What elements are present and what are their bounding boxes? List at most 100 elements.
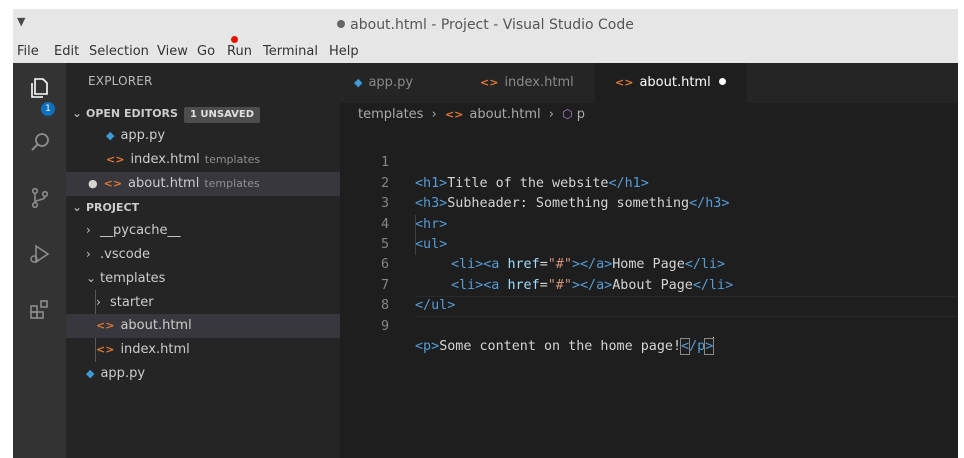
menu-file[interactable]: File (17, 44, 39, 59)
code-line-5[interactable]: 5 <li><a href="#"></a>Home Page</li> (340, 215, 958, 272)
window-title-wrap: about.html - Project - Visual Studio Cod… (13, 17, 958, 33)
token-tag: /p (689, 339, 706, 354)
menu-terminal[interactable]: Terminal (263, 44, 318, 59)
chevron-right-icon: › (86, 223, 91, 237)
token-tag: > (704, 338, 715, 355)
explorer-icon[interactable] (25, 73, 55, 103)
tree-file-app-py[interactable]: ◆ app.py (66, 362, 340, 386)
menu-selection[interactable]: Selection (89, 44, 149, 59)
chevron-right-icon: › (96, 295, 101, 309)
tree-item-name: app.py (100, 366, 146, 381)
tab-label: about.html (639, 75, 711, 90)
tab-about-html[interactable]: <> about.html (595, 63, 747, 103)
code-line-2[interactable]: 2 <h3>Subheader: Something something</h3… (340, 153, 958, 211)
tree-folder-vscode[interactable]: › .vscode (66, 242, 340, 266)
code-line-6[interactable]: 6 <li><a href="#"></a>About Page</li> (340, 235, 958, 292)
tree-file-index-html[interactable]: <> index.html (66, 338, 340, 362)
tab-app-py[interactable]: ◆ app.py (340, 63, 460, 103)
code-line-4[interactable]: 4 <ul> (340, 194, 958, 252)
project-section[interactable]: ⌄ PROJECT (66, 196, 340, 218)
code-editor[interactable]: 1 <h1>Title of the website</h1> 2 <h3>Su… (340, 125, 958, 458)
activity-bar: 1 (13, 63, 66, 458)
code-line-8[interactable]: 8 (340, 276, 958, 313)
unsaved-dot-icon: ● (88, 177, 98, 190)
code-line-3[interactable]: 3 <hr> (340, 174, 958, 231)
code-line-9[interactable]: 9 <p>Some content on the home page!</p> (340, 296, 958, 355)
tree-item-name: starter (110, 295, 154, 310)
chevron-down-icon: ⌄ (71, 106, 83, 120)
open-editor-name: index.html (130, 152, 200, 167)
explorer-sidebar: EXPLORER ⌄ OPEN EDITORS 1 UNSAVED ◆ app.py … (66, 63, 340, 458)
chevron-right-icon: › (548, 107, 554, 122)
tree-folder-pycache[interactable]: › __pycache__ (66, 218, 340, 242)
menu-run[interactable]: Run (227, 44, 252, 59)
run-debug-icon[interactable] (25, 239, 55, 269)
open-editor-hint: templates (204, 177, 260, 190)
breadcrumb: templates › <> about.html › ⬡ p (340, 103, 958, 125)
open-editor-name: about.html (128, 176, 200, 191)
run-indicator-dot (231, 36, 238, 43)
python-file-icon: ◆ (354, 76, 363, 89)
unsaved-dot-icon[interactable] (718, 78, 726, 85)
menu-go[interactable]: Go (197, 44, 215, 59)
tree-item-name: index.html (120, 342, 190, 357)
open-editor-app-py[interactable]: ◆ app.py (66, 124, 340, 148)
token-tag: < (680, 338, 691, 355)
html-file-icon: <> (615, 76, 634, 89)
explorer-header: EXPLORER (88, 74, 153, 88)
tree-item-name: __pycache__ (100, 223, 181, 238)
symbol-icon: ⬡ (562, 107, 573, 121)
explorer-badge: 1 (41, 102, 55, 116)
tree-item-name: about.html (120, 318, 192, 333)
tab-label: index.html (504, 75, 574, 90)
open-editor-about-html[interactable]: ● <> about.html templates (66, 172, 340, 196)
code-line-7[interactable]: 7 </ul> (340, 255, 958, 313)
unsaved-badge: 1 UNSAVED (183, 107, 261, 123)
html-file-icon: <> (106, 153, 125, 166)
unsaved-dot-icon (337, 20, 346, 28)
source-control-icon[interactable] (25, 183, 55, 213)
python-file-icon: ◆ (86, 367, 95, 380)
menu-edit[interactable]: Edit (54, 44, 79, 59)
open-editor-hint: templates (204, 153, 261, 166)
open-editor-index-html[interactable]: <> index.html templates (66, 148, 340, 172)
tab-index-html[interactable]: <> index.html (460, 63, 595, 103)
line-number: 9 (380, 318, 389, 334)
html-file-icon: <> (103, 177, 123, 190)
chevron-right-icon: › (86, 247, 91, 261)
python-file-icon: ◆ (106, 129, 115, 142)
code-line-1[interactable]: 1 <h1>Title of the website</h1> (340, 133, 958, 190)
html-file-icon: <> (96, 319, 115, 332)
tree-folder-templates[interactable]: ⌄ templates (66, 266, 340, 290)
project-label: PROJECT (86, 201, 140, 214)
breadcrumb-folder[interactable]: templates (358, 107, 423, 122)
editor-tabs: ◆ app.py <> index.html <> about.html (340, 63, 958, 103)
menu-help[interactable]: Help (329, 44, 359, 59)
extensions-icon[interactable] (25, 295, 55, 325)
breadcrumb-symbol[interactable]: p (577, 107, 585, 122)
token-text: Some content on the home page! (439, 339, 682, 354)
tab-label: app.py (368, 75, 414, 90)
chevron-right-icon: › (431, 107, 437, 122)
tree-folder-starter[interactable]: › starter (66, 290, 340, 314)
open-editors-label: OPEN EDITORS (86, 107, 178, 120)
menu-bar: File Edit Selection View Go Run Terminal… (13, 36, 958, 63)
code-content: <p>Some content on the home page!</p> (415, 337, 715, 357)
open-editor-name: app.py (120, 128, 166, 143)
open-editors-section[interactable]: ⌄ OPEN EDITORS 1 UNSAVED (66, 102, 340, 124)
tree-file-about-html[interactable]: <> about.html (66, 314, 340, 338)
breadcrumb-file[interactable]: about.html (469, 107, 540, 122)
title-bar: ▼ about.html - Project - Visual Studio C… (13, 9, 958, 41)
html-file-icon: <> (96, 343, 115, 356)
window-title: about.html - Project - Visual Studio Cod… (350, 17, 634, 33)
search-icon[interactable] (25, 127, 55, 157)
html-file-icon: <> (480, 76, 499, 89)
chevron-down-icon: ⌄ (71, 200, 83, 214)
text-cursor (713, 337, 715, 353)
menu-view[interactable]: View (157, 44, 188, 59)
vscode-window: ▼ about.html - Project - Visual Studio C… (13, 9, 958, 458)
chevron-down-icon: ⌄ (86, 271, 97, 285)
tree-item-name: .vscode (100, 247, 150, 262)
html-file-icon: <> (444, 108, 464, 121)
tree-item-name: templates (100, 271, 166, 286)
